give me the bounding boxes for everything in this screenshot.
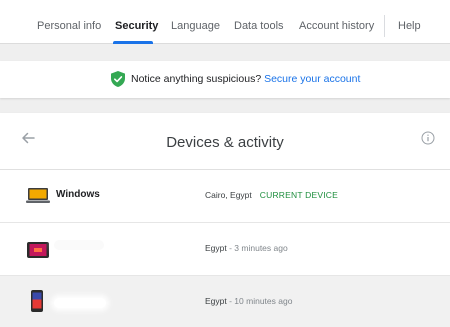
- tab-data-tools[interactable]: Data tools: [234, 20, 284, 32]
- device-location-text: Egypt: [205, 296, 227, 306]
- device-name: Windows: [56, 189, 100, 200]
- security-notice-banner: Notice anything suspicious? Secure your …: [0, 61, 450, 98]
- tab-help[interactable]: Help: [398, 20, 421, 32]
- current-device-badge: CURRENT DEVICE: [259, 190, 338, 200]
- card-title: Devices & activity: [166, 134, 284, 151]
- top-navigation: Personal info Security Language Data too…: [0, 0, 450, 44]
- tab-personal-info[interactable]: Personal info: [37, 20, 101, 32]
- device-location: Egypt - 10 minutes ago: [205, 296, 292, 306]
- shield-check-icon: [111, 71, 125, 87]
- info-icon[interactable]: [421, 131, 435, 145]
- device-location: Cairo, Egypt CURRENT DEVICE: [205, 190, 338, 200]
- notice-message: Notice anything suspicious?: [131, 73, 265, 85]
- device-row[interactable]: Egypt - 10 minutes ago: [0, 276, 450, 327]
- phone-icon: [31, 290, 43, 312]
- tab-language[interactable]: Language: [171, 20, 220, 32]
- device-row[interactable]: Windows Cairo, Egypt CURRENT DEVICE: [0, 170, 450, 223]
- secure-account-link[interactable]: Secure your account: [264, 73, 360, 85]
- notice-text: Notice anything suspicious? Secure your …: [131, 73, 360, 85]
- device-row[interactable]: Egypt - 3 minutes ago: [0, 223, 450, 276]
- laptop-icon: [26, 188, 50, 203]
- device-location-text: Cairo, Egypt: [205, 190, 252, 200]
- device-name-redacted: [54, 240, 104, 250]
- card-header: Devices & activity: [0, 113, 450, 170]
- tablet-icon: [27, 242, 49, 258]
- active-tab-indicator: [113, 41, 153, 44]
- tab-account-history[interactable]: Account history: [299, 20, 374, 32]
- device-name-redacted: [54, 298, 106, 308]
- device-location: Egypt - 3 minutes ago: [205, 243, 288, 253]
- last-active-time: - 10 minutes ago: [226, 296, 293, 306]
- last-active-time: - 3 minutes ago: [226, 243, 288, 253]
- devices-activity-card: Devices & activity Windows Cairo, Egypt C…: [0, 113, 450, 327]
- device-location-text: Egypt: [205, 243, 227, 253]
- tab-security[interactable]: Security: [115, 20, 158, 32]
- nav-divider: [384, 15, 385, 37]
